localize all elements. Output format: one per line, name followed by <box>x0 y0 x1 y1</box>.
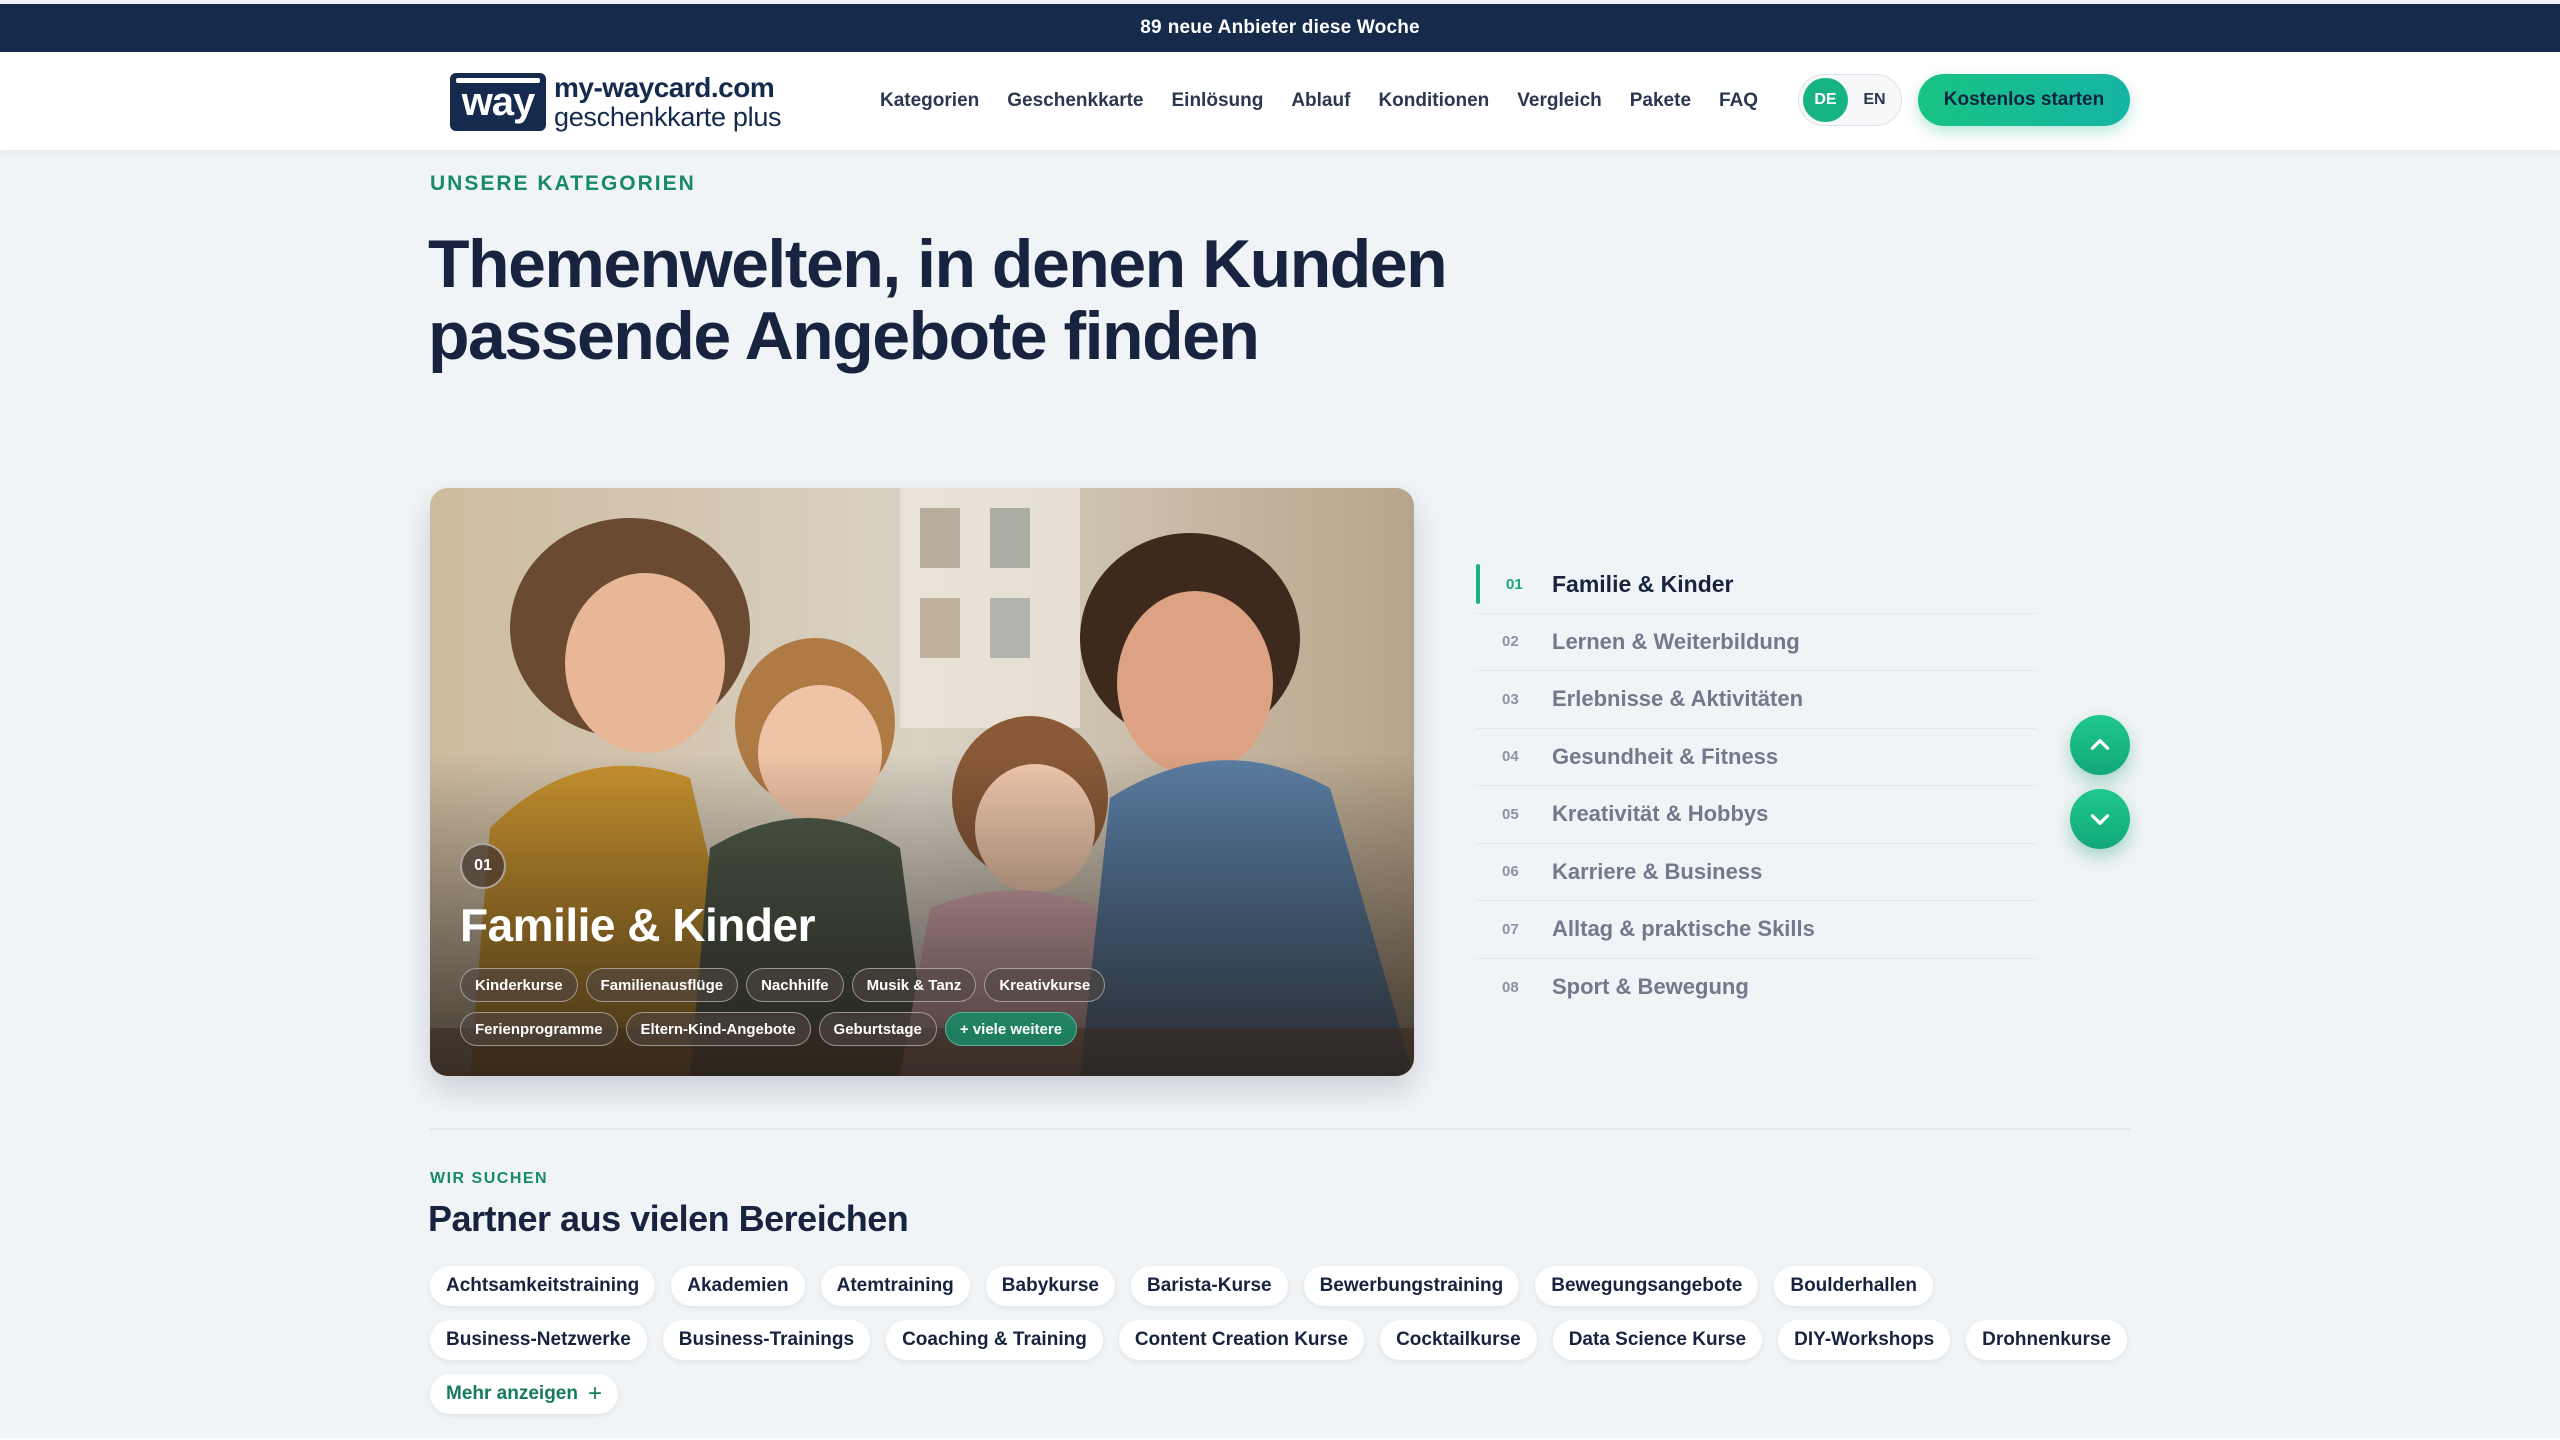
hero-tag[interactable]: Kinderkurse <box>460 968 578 1002</box>
category-index: 06 <box>1502 863 1519 881</box>
category-item[interactable]: 04 Gesundheit & Fitness <box>1476 729 2036 786</box>
language-switch: DE EN <box>1798 74 1902 126</box>
nav-ablauf[interactable]: Ablauf <box>1291 90 1350 112</box>
main-nav: Kategorien Geschenkkarte Einlösung Ablau… <box>880 52 1786 150</box>
category-index: 03 <box>1502 690 1519 708</box>
lang-en-button[interactable]: EN <box>1852 78 1897 122</box>
category-index: 01 <box>1506 575 1523 593</box>
partner-chip[interactable]: Data Science Kurse <box>1552 1320 1763 1360</box>
hero-number-badge: 01 <box>460 843 506 889</box>
category-label: Familie & Kinder <box>1552 570 1734 597</box>
hero-tag[interactable]: Musik & Tanz <box>851 968 977 1002</box>
category-list: 01 Familie & Kinder 02 Lernen & Weiterbi… <box>1476 556 2036 1016</box>
nav-vergleich[interactable]: Vergleich <box>1517 90 1602 112</box>
partner-chip[interactable]: Achtsamkeitstraining <box>430 1266 656 1306</box>
category-label: Erlebnisse & Aktivitäten <box>1552 686 1804 712</box>
logo-badge: way <box>450 73 546 131</box>
partner-chip[interactable]: Barista-Kurse <box>1130 1266 1288 1306</box>
nav-einloesung[interactable]: Einlösung <box>1172 90 1264 112</box>
show-more-label: Mehr anzeigen <box>446 1383 578 1404</box>
category-label: Kreativität & Hobbys <box>1552 801 1769 827</box>
category-index: 05 <box>1502 805 1519 823</box>
chevron-up-icon <box>2090 739 2110 750</box>
category-label: Alltag & praktische Skills <box>1552 916 1815 942</box>
partners-eyebrow: WIR SUCHEN <box>430 1170 549 1187</box>
category-index: 08 <box>1502 978 1519 996</box>
nav-faq[interactable]: FAQ <box>1719 90 1758 112</box>
category-index: 02 <box>1502 633 1519 651</box>
announcement-text: neue Anbieter diese Woche <box>1167 17 1420 38</box>
partner-chip[interactable]: Drohnenkurse <box>1966 1320 2127 1360</box>
partner-chip[interactable]: Atemtraining <box>820 1266 970 1306</box>
partner-chip[interactable]: DIY-Workshops <box>1778 1320 1951 1360</box>
category-index: 04 <box>1502 748 1519 766</box>
hero-card[interactable]: 01 Familie & Kinder Kinderkurse Familien… <box>430 488 1414 1076</box>
nav-pakete[interactable]: Pakete <box>1630 90 1691 112</box>
category-label: Sport & Bewegung <box>1552 974 1749 1000</box>
site-header: way my-waycard.com geschenkkarte plus Ka… <box>0 52 2560 150</box>
partner-chip[interactable]: Content Creation Kurse <box>1118 1320 1365 1360</box>
category-item[interactable]: 03 Erlebnisse & Aktivitäten <box>1476 671 2036 729</box>
category-label: Lernen & Weiterbildung <box>1552 628 1800 654</box>
category-item[interactable]: 08 Sport & Bewegung <box>1476 959 2036 1017</box>
category-label: Karriere & Business <box>1552 858 1763 884</box>
nav-konditionen[interactable]: Konditionen <box>1378 90 1489 112</box>
hero-tag[interactable]: Nachhilfe <box>746 968 844 1002</box>
chevron-down-icon <box>2090 814 2110 825</box>
partner-chip[interactable]: Cocktailkurse <box>1380 1320 1537 1360</box>
partner-chip[interactable]: Boulderhallen <box>1774 1266 1934 1306</box>
category-item[interactable]: 02 Lernen & Weiterbildung <box>1476 614 2036 671</box>
page-title: Themenwelten, in denen Kunden passende A… <box>428 226 1448 374</box>
partner-chip[interactable]: Coaching & Training <box>886 1320 1103 1360</box>
category-index: 07 <box>1502 920 1519 938</box>
scroll-down-button[interactable] <box>2070 789 2130 849</box>
partner-chips: Achtsamkeitstraining Akademien Atemtrain… <box>430 1266 2150 1414</box>
hero-tag[interactable]: Familienausflüge <box>585 968 739 1002</box>
category-item[interactable]: 01 Familie & Kinder <box>1476 556 2036 614</box>
logo-line2: geschenkkarte plus <box>554 101 782 132</box>
partner-chip[interactable]: Bewerbungstraining <box>1303 1266 1520 1306</box>
hero-title: Familie & Kinder <box>460 899 815 951</box>
partner-chip[interactable]: Business-Netzwerke <box>430 1320 647 1360</box>
category-item[interactable]: 07 Alltag & praktische Skills <box>1476 901 2036 959</box>
lang-de-button[interactable]: DE <box>1803 78 1848 122</box>
partner-chip[interactable]: Business-Trainings <box>662 1320 871 1360</box>
logo-text: my-waycard.com geschenkkarte plus <box>554 71 782 132</box>
partner-chip[interactable]: Bewegungsangebote <box>1535 1266 1759 1306</box>
hero-more-tag[interactable]: + viele weitere <box>944 1012 1078 1046</box>
hero-tag[interactable]: Ferienprogramme <box>460 1012 618 1046</box>
logo[interactable]: way my-waycard.com geschenkkarte plus <box>450 71 782 132</box>
category-item[interactable]: 05 Kreativität & Hobbys <box>1476 786 2036 844</box>
show-more-button[interactable]: Mehr anzeigen + <box>430 1374 618 1414</box>
scroll-up-button[interactable] <box>2070 715 2130 775</box>
hero-tags: Kinderkurse Familienausflüge Nachhilfe M… <box>460 968 1160 1046</box>
announcement-count: 89 <box>1140 17 1162 38</box>
nav-geschenkkarte[interactable]: Geschenkkarte <box>1007 90 1143 112</box>
section-divider <box>430 1128 2130 1130</box>
start-free-button[interactable]: Kostenlos starten <box>1918 74 2130 126</box>
hero-tag[interactable]: Eltern-Kind-Angebote <box>625 1012 811 1046</box>
category-item[interactable]: 06 Karriere & Business <box>1476 844 2036 901</box>
announcement-bar: 89 neue Anbieter diese Woche <box>0 4 2560 52</box>
partner-chip[interactable]: Akademien <box>671 1266 805 1306</box>
partner-chip[interactable]: Babykurse <box>985 1266 1115 1306</box>
hero-tag[interactable]: Geburtstage <box>818 1012 937 1046</box>
partners-title: Partner aus vielen Bereichen <box>428 1198 909 1239</box>
logo-line1: my-waycard.com <box>554 71 775 103</box>
category-label: Gesundheit & Fitness <box>1552 743 1779 769</box>
plus-icon: + <box>587 1380 602 1407</box>
hero-tag[interactable]: Kreativkurse <box>984 968 1106 1002</box>
nav-kategorien[interactable]: Kategorien <box>880 90 979 112</box>
section-eyebrow: UNSERE KATEGORIEN <box>430 172 696 195</box>
